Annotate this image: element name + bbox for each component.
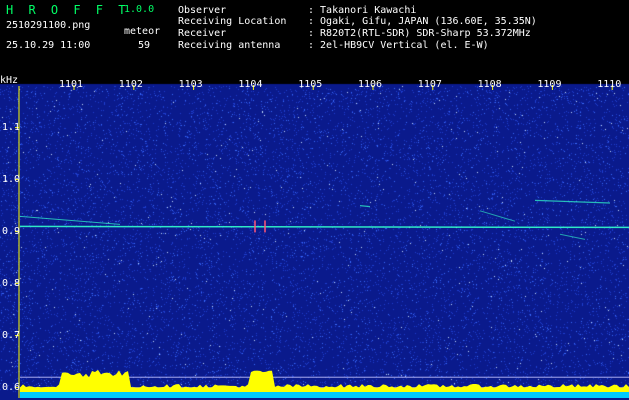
- app-version: 1.0.0: [124, 4, 155, 15]
- app-title: H R O F F T: [6, 3, 130, 17]
- location-value: : Ogaki, Gifu, JAPAN (136.60E, 35.35N): [308, 16, 537, 27]
- x-tick-label: 1102: [118, 79, 143, 90]
- x-tick-label: 1104: [238, 79, 263, 90]
- x-tick-label: 1101: [59, 79, 84, 90]
- x-tick-label: 1103: [178, 79, 203, 90]
- location-label: Receiving Location: [178, 16, 287, 27]
- receiver-label: Receiver: [178, 28, 227, 39]
- meteor-trace: [479, 210, 516, 222]
- meteor-trace: [19, 215, 121, 225]
- carrier-line: [19, 225, 629, 229]
- meteor-trace: [559, 233, 586, 240]
- file-name: 2510291100.png: [6, 20, 91, 31]
- x-tick-label: 1107: [417, 79, 442, 90]
- level-profile: [20, 369, 629, 392]
- meteor-label: meteor: [124, 26, 161, 37]
- capture-datetime: 25.10.29 11:00: [6, 40, 91, 51]
- antenna-label: Receiving antenna: [178, 40, 281, 51]
- x-tick-label: 1105: [298, 79, 323, 90]
- y-tick-label: 0.7: [2, 329, 21, 341]
- spectrogram-overlay: [15, 85, 629, 398]
- meteor-trace: [534, 199, 611, 204]
- observer-label: Observer: [178, 5, 227, 16]
- receiver-value: : R820T2(RTL-SDR) SDR-Sharp 53.372MHz: [308, 28, 531, 39]
- x-tick-label: 1108: [477, 79, 502, 90]
- y-tick-label: 0.9: [2, 225, 21, 237]
- observer-value: : Takanori Kawachi: [308, 5, 417, 16]
- meteor-trace: [359, 205, 371, 208]
- y-tick-label: 1.1: [2, 121, 21, 133]
- y-tick-label: 0.6: [2, 381, 21, 393]
- x-tick-label: 1110: [597, 79, 622, 90]
- y-tick-label: 1.0: [2, 173, 21, 185]
- x-tick-label: 1106: [358, 79, 383, 90]
- x-tick-label: 1109: [537, 79, 562, 90]
- antenna-value: : 2el-HB9CV Vertical (el. E-W): [308, 40, 489, 51]
- y-axis-unit: kHz: [0, 75, 19, 86]
- meteor-count: 59: [138, 40, 151, 51]
- y-tick-label: 0.8: [2, 277, 21, 289]
- level-baseline: [20, 392, 629, 398]
